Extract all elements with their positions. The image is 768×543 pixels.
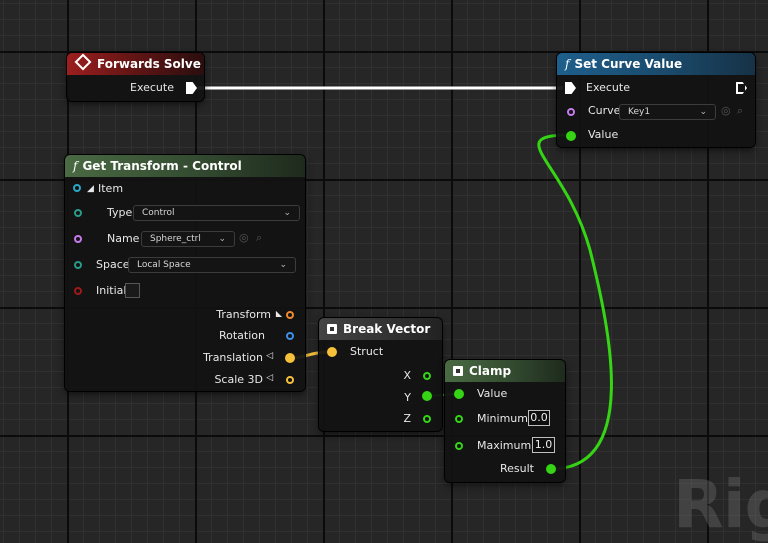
type-label: Type: [107, 206, 133, 219]
name-label: Name: [107, 232, 140, 245]
curve-label: Curve: [588, 104, 621, 117]
collapse-arrow-icon[interactable]: ◁: [266, 351, 273, 361]
initial-label: Initial: [96, 284, 127, 297]
get-transform-title: Get Transform - Control: [82, 159, 242, 173]
initial-checkbox[interactable]: [125, 283, 140, 298]
math-node-icon: [453, 366, 463, 376]
initial-input-pin[interactable]: [74, 287, 82, 295]
x-label: X: [403, 369, 411, 382]
x-output-pin[interactable]: [423, 372, 431, 380]
forwards-solve-title: Forwards Solve: [97, 57, 201, 71]
expand-arrow-icon[interactable]: ◢: [87, 184, 94, 194]
event-icon: [74, 53, 92, 71]
chevron-down-icon: ⌄: [279, 260, 287, 270]
get-transform-header[interactable]: f Get Transform - Control: [65, 155, 305, 177]
rigvm-watermark: RigV: [673, 466, 768, 543]
rotation-label: Rotation: [218, 329, 265, 342]
set-curve-value-title: Set Curve Value: [574, 57, 683, 71]
chevron-down-icon: ⌄: [218, 234, 226, 244]
maximum-field[interactable]: 1.0: [532, 437, 555, 453]
translation-label: Translation: [203, 351, 263, 364]
y-label: Y: [404, 391, 411, 404]
z-label: Z: [403, 412, 411, 425]
type-input-pin[interactable]: [74, 209, 82, 217]
translation-output-pin[interactable]: [285, 353, 295, 363]
curve-input-pin[interactable]: [567, 108, 575, 116]
maximum-input-pin[interactable]: [455, 442, 463, 450]
execute-output-pin[interactable]: [186, 82, 197, 94]
space-label: Space: [96, 258, 130, 271]
clamp-node[interactable]: Clamp Value Minimum 0.0 Maximum 1.0 Resu…: [445, 360, 565, 482]
type-dropdown[interactable]: Control ⌄: [133, 205, 300, 221]
clamp-header[interactable]: Clamp: [445, 360, 565, 382]
name-input-pin[interactable]: [74, 235, 82, 243]
execute-label: Execute: [586, 81, 630, 94]
y-output-pin[interactable]: [422, 391, 432, 401]
use-selected-icon[interactable]: ◎: [721, 104, 731, 117]
clamp-title: Clamp: [469, 364, 512, 378]
value-input-pin[interactable]: [454, 389, 464, 399]
struct-label: Struct: [350, 345, 384, 358]
item-input-pin[interactable]: [73, 184, 81, 192]
minimum-field[interactable]: 0.0: [528, 410, 550, 426]
set-curve-value-node[interactable]: f Set Curve Value Execute Curve Key1 ⌄ ◎ ⌕…: [557, 53, 755, 147]
curve-dropdown-value: Key1: [628, 107, 651, 117]
browse-search-icon[interactable]: ⌕: [256, 231, 262, 245]
item-label: Item: [98, 182, 124, 195]
type-dropdown-value: Control: [142, 208, 175, 218]
transform-output-pin[interactable]: [286, 311, 294, 319]
rotation-output-pin[interactable]: [286, 332, 294, 340]
curve-dropdown[interactable]: Key1 ⌄: [619, 104, 716, 120]
name-dropdown-value: Sphere_ctrl: [150, 234, 201, 244]
get-transform-control-node[interactable]: f Get Transform - Control ◢ Item Type Con…: [65, 155, 305, 391]
break-vector-header[interactable]: Break Vector: [319, 318, 442, 340]
value-label: Value: [477, 387, 508, 400]
use-selected-icon[interactable]: ◎: [239, 231, 249, 244]
execute-label: Execute: [130, 81, 174, 94]
maximum-label: Maximum: [477, 439, 532, 452]
break-vector-title: Break Vector: [343, 322, 431, 336]
browse-search-icon[interactable]: ⌕: [737, 104, 743, 118]
forwards-solve-node[interactable]: Forwards Solve Execute: [67, 53, 204, 101]
function-icon: f: [565, 57, 570, 71]
z-output-pin[interactable]: [423, 415, 431, 423]
value-label: Value: [588, 128, 619, 141]
scale-3d-label: Scale 3D: [214, 373, 263, 386]
set-curve-value-header[interactable]: f Set Curve Value: [557, 53, 755, 75]
execute-output-pin[interactable]: [736, 82, 747, 94]
result-output-pin[interactable]: [546, 464, 556, 474]
chevron-down-icon: ⌄: [699, 107, 707, 117]
value-input-pin[interactable]: [566, 131, 576, 141]
transform-label: Transform: [216, 308, 271, 321]
result-label: Result: [500, 462, 534, 475]
name-dropdown[interactable]: Sphere_ctrl ⌄: [141, 231, 235, 247]
space-dropdown-value: Local Space: [137, 260, 191, 270]
minimum-label: Minimum: [477, 412, 528, 425]
forwards-solve-header[interactable]: Forwards Solve: [67, 53, 204, 75]
scale-3d-output-pin[interactable]: [286, 376, 294, 384]
struct-input-pin[interactable]: [327, 347, 337, 357]
collapse-arrow-icon[interactable]: ◁: [266, 373, 273, 383]
minimum-input-pin[interactable]: [455, 415, 463, 423]
execute-input-pin[interactable]: [565, 82, 576, 94]
expand-arrow-icon[interactable]: ◣: [276, 309, 282, 318]
space-input-pin[interactable]: [74, 261, 82, 269]
function-icon: f: [73, 159, 78, 173]
chevron-down-icon: ⌄: [283, 208, 291, 218]
break-struct-icon: [327, 324, 337, 334]
break-vector-node[interactable]: Break Vector Struct X Y Z: [319, 318, 442, 431]
space-dropdown[interactable]: Local Space ⌄: [128, 257, 296, 273]
